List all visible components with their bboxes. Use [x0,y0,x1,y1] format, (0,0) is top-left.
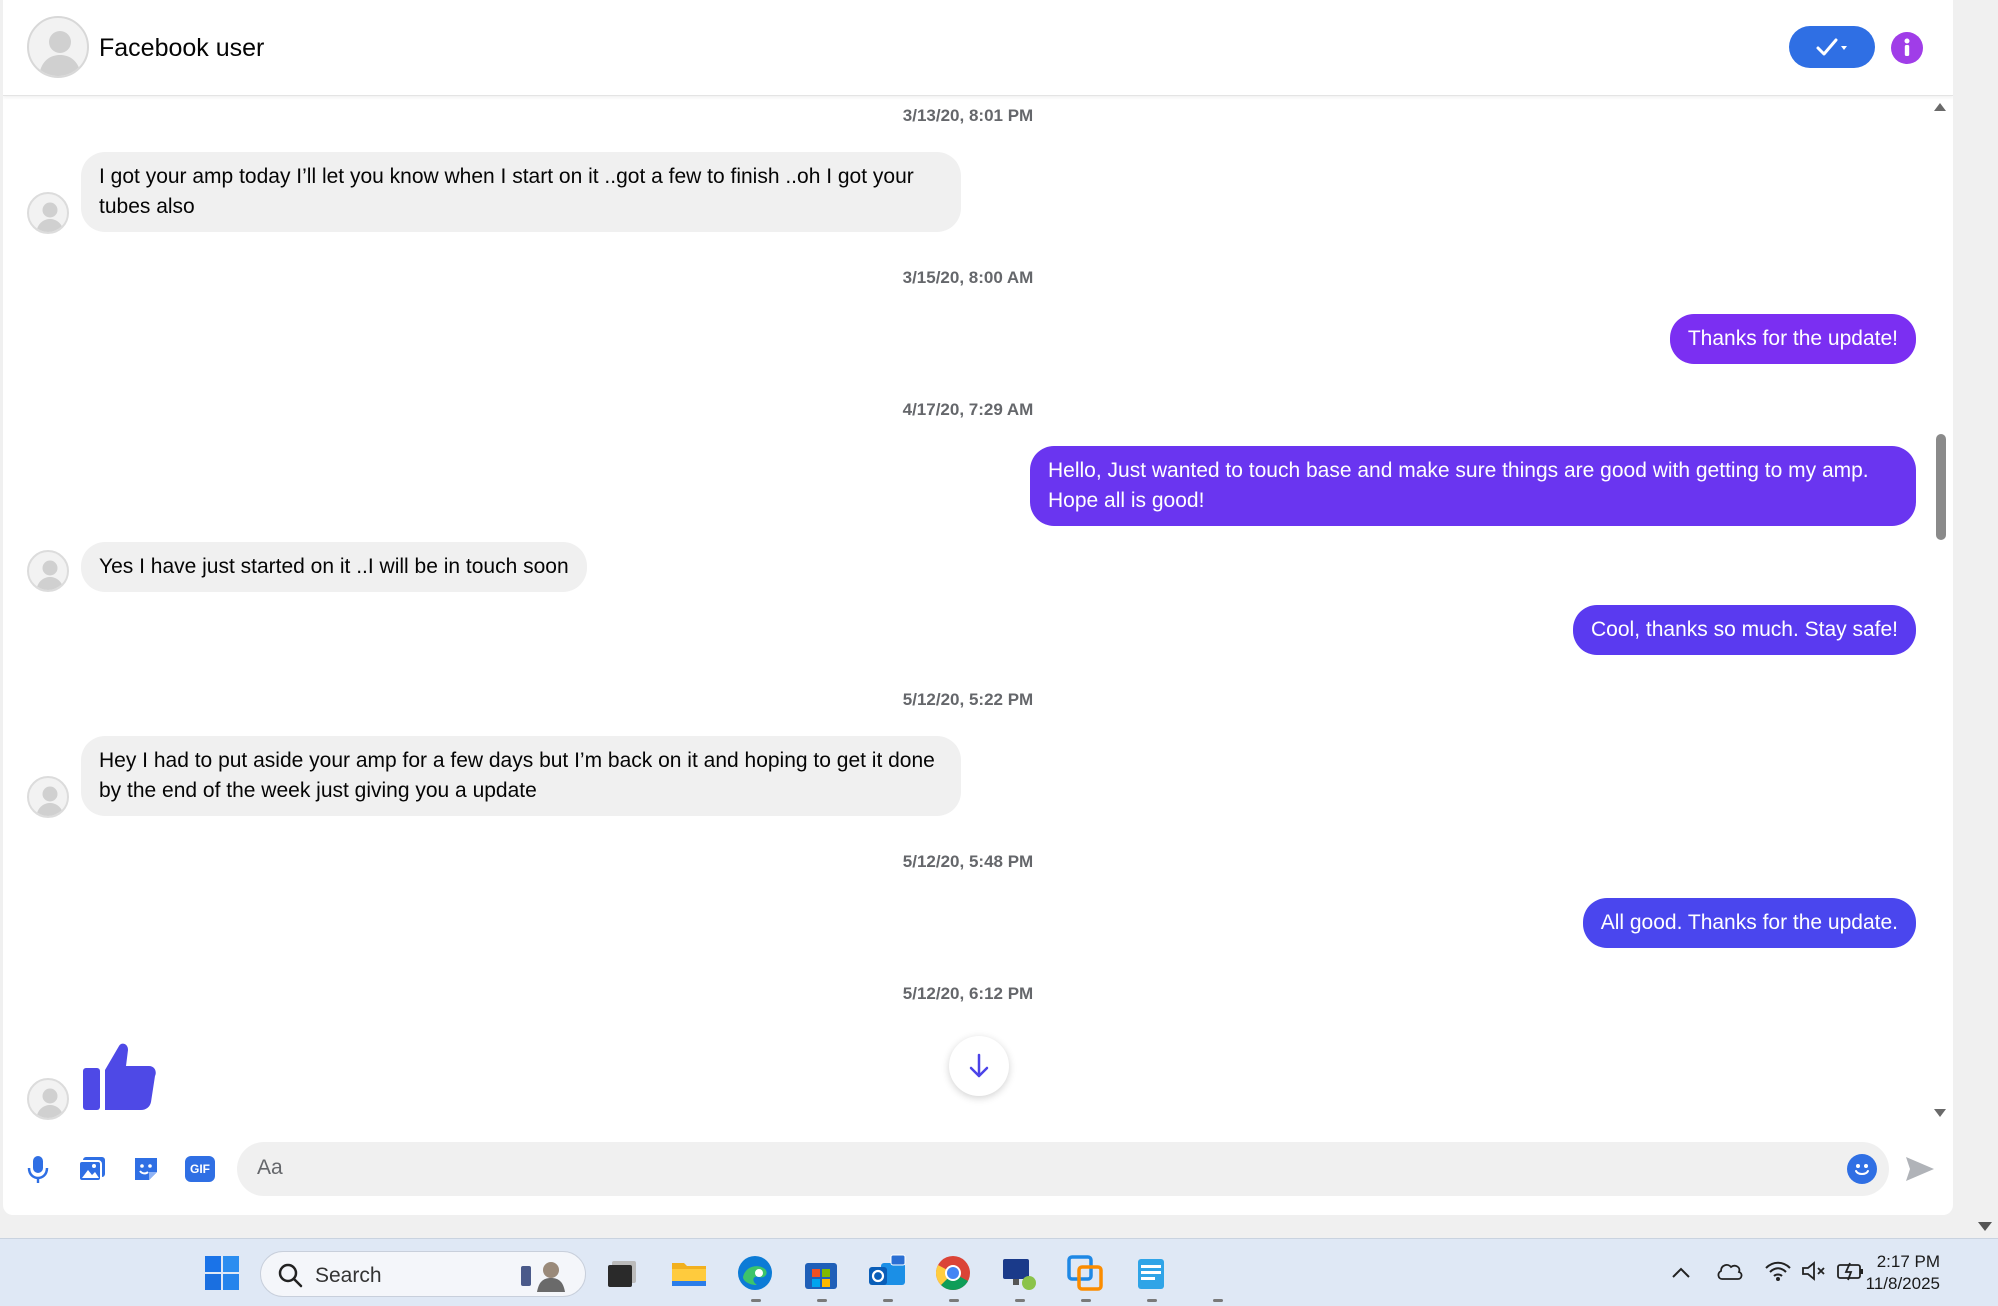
gif-icon[interactable]: GIF [183,1152,217,1186]
arrow-down-icon [969,1053,989,1078]
store-icon[interactable] [801,1253,841,1293]
running-indicator [883,1299,893,1302]
search-placeholder: Search [315,1264,382,1287]
timestamp: 3/13/20, 8:01 PM [902,106,1034,125]
outgoing-message[interactable]: Cool, thanks so much. Stay safe! [1573,605,1916,655]
volume-muted-icon[interactable] [1800,1259,1828,1283]
sender-avatar [27,776,69,818]
chrome-icon[interactable] [933,1253,973,1293]
taskbar-search[interactable]: Search [260,1251,586,1297]
timestamp: 3/15/20, 8:00 AM [902,268,1034,287]
file-explorer-icon[interactable] [669,1253,709,1293]
outgoing-message[interactable]: All good. Thanks for the update. [1582,898,1916,948]
conversation-header: Facebook user [3,0,1953,96]
running-indicator [751,1299,761,1302]
contact-name[interactable]: Facebook user [99,34,264,63]
info-icon[interactable] [1891,32,1923,64]
running-indicator [949,1299,959,1302]
search-highlight-icon [521,1262,565,1292]
running-indicator [817,1299,827,1302]
remote-desktop-icon[interactable] [999,1253,1039,1293]
incoming-message[interactable]: Yes I have just started on it ..I will b… [81,542,587,592]
microphone-icon[interactable] [21,1152,55,1186]
battery-icon[interactable] [1836,1259,1866,1283]
taskbar-clock[interactable]: 2:17 PM 11/8/2025 [1866,1251,1940,1295]
running-indicator [1081,1299,1091,1302]
edge-icon[interactable] [735,1253,775,1293]
timestamp: 5/12/20, 5:48 PM [902,852,1034,871]
sender-avatar [27,550,69,592]
contact-avatar[interactable] [27,16,89,78]
thread-scrollbar[interactable] [1930,96,1950,1130]
message-input[interactable]: Aa [237,1142,1889,1196]
cloud-icon[interactable] [1716,1259,1744,1283]
windows-taskbar: Search 2:17 PM 11/8/2025 [0,1238,1998,1306]
running-indicator [1147,1299,1157,1302]
incoming-message[interactable]: I got your amp today I’ll let you know w… [81,152,961,232]
scroll-up-icon[interactable] [1933,102,1947,112]
sender-avatar [27,192,69,234]
thumbs-up-icon[interactable] [81,1038,157,1119]
message-input-placeholder: Aa [257,1156,283,1179]
check-icon[interactable] [1789,26,1875,68]
notepad-icon[interactable] [1131,1253,1171,1293]
timestamp: 5/12/20, 5:22 PM [902,690,1034,709]
search-icon [278,1263,303,1288]
message-composer: GIF Aa [3,1138,1953,1206]
send-icon[interactable] [1903,1152,1937,1186]
clock-time: 2:17 PM [1876,1252,1940,1271]
sticker-icon[interactable] [129,1152,163,1186]
timestamp: 5/12/20, 6:12 PM [902,984,1034,1003]
sender-avatar [27,1078,69,1120]
outgoing-message[interactable]: Thanks for the update! [1669,314,1916,364]
vmware-icon[interactable] [1065,1253,1105,1293]
running-indicator [1213,1299,1223,1302]
scroll-to-bottom-button[interactable] [949,1036,1009,1096]
messenger-window: Facebook user 3/13/20, 8:01 PM I got you… [3,0,1953,1215]
page-scroll-down-icon[interactable] [1978,1222,1992,1231]
scroll-down-icon[interactable] [1933,1108,1947,1118]
wifi-icon[interactable] [1764,1259,1792,1283]
outlook-icon[interactable] [867,1253,907,1293]
running-indicator [1015,1299,1025,1302]
chevron-up-icon[interactable] [1670,1263,1692,1283]
outgoing-message[interactable]: Hello, Just wanted to touch base and mak… [1030,446,1916,526]
incoming-message[interactable]: Hey I had to put aside your amp for a fe… [81,736,961,816]
message-thread: 3/13/20, 8:01 PM I got your amp today I’… [3,96,1953,1130]
scroll-thumb[interactable] [1936,434,1946,540]
start-icon[interactable] [202,1253,242,1293]
timestamp: 4/17/20, 7:29 AM [902,400,1034,419]
clock-date: 11/8/2025 [1865,1274,1940,1293]
gif-label: GIF [185,1156,215,1182]
emoji-icon[interactable] [1847,1154,1877,1184]
task-view-icon[interactable] [603,1253,643,1293]
image-icon[interactable] [75,1152,109,1186]
